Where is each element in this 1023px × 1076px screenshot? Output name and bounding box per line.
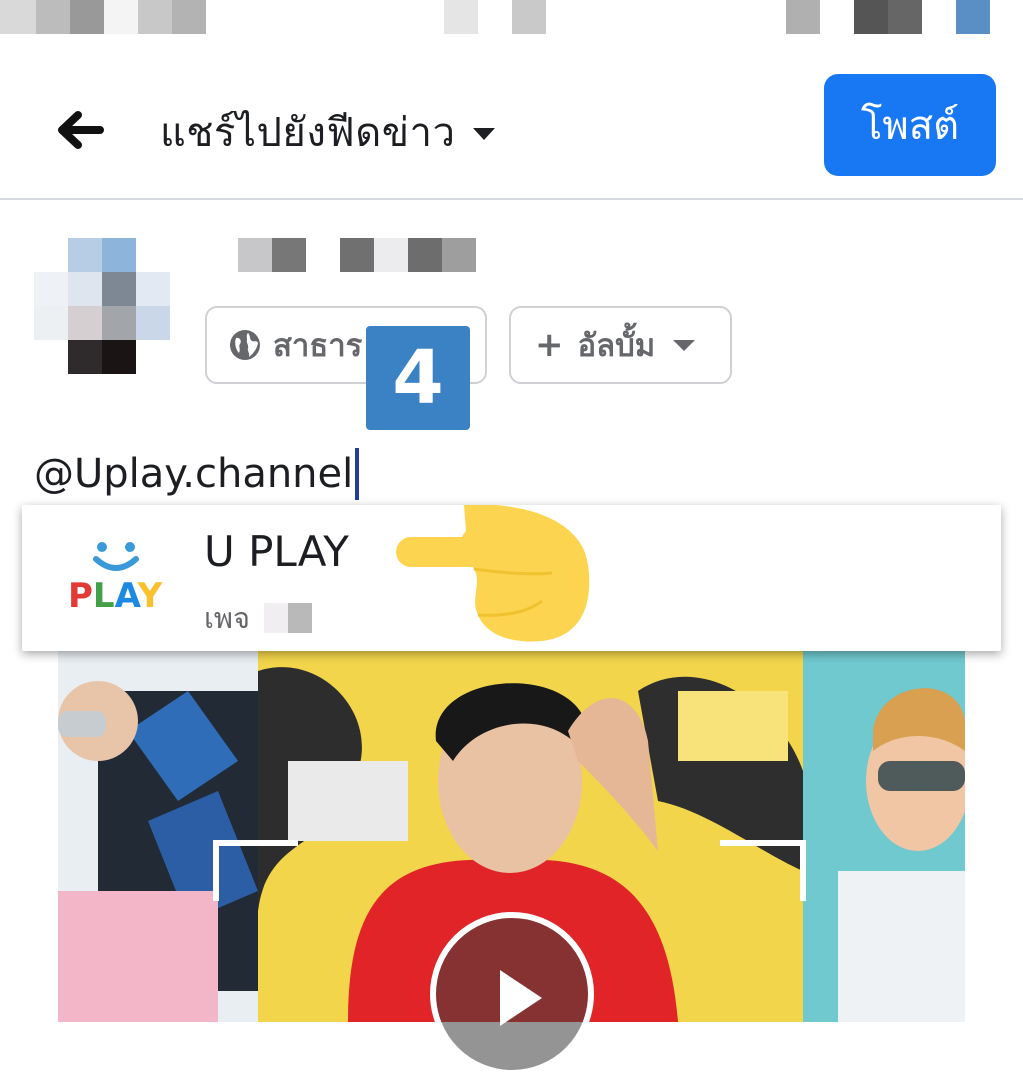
post-text-value: @Uplay.channel — [34, 451, 354, 497]
arrow-left-icon — [58, 111, 104, 149]
mention-suggestion-item[interactable]: PLAY U PLAY เพจ — [22, 505, 1001, 651]
privacy-label: สาธาร — [273, 328, 363, 364]
caret-down-icon — [673, 339, 696, 351]
uplay-logo: PLAY — [68, 542, 163, 615]
pointing-hand-icon — [396, 505, 590, 642]
plus-icon: + — [535, 325, 564, 365]
page-title: แชร์ไปยังฟีดข่าว — [160, 110, 456, 156]
caret-down-icon — [473, 128, 496, 140]
back-button[interactable] — [50, 100, 110, 160]
suggestion-type: เพจ — [204, 601, 251, 635]
svg-text:PLAY: PLAY — [68, 576, 163, 615]
play-button[interactable] — [430, 912, 594, 1076]
globe-icon — [230, 330, 260, 360]
post-button[interactable]: โพสต์ — [824, 74, 996, 176]
play-icon — [500, 970, 542, 1026]
suggestion-subtitle: เพจ — [204, 595, 313, 641]
album-label: อัลบั้ม — [577, 328, 656, 364]
text-cursor — [355, 448, 360, 500]
share-destination-selector[interactable]: แชร์ไปยังฟีดข่าว — [160, 102, 496, 162]
status-bar — [0, 0, 1023, 36]
share-header: แชร์ไปยังฟีดข่าว โพสต์ — [0, 60, 1023, 200]
step-badge: 4 — [366, 326, 470, 430]
user-name — [0, 238, 500, 272]
suggestion-name: U PLAY — [204, 527, 349, 576]
album-selector[interactable]: + อัลบั้ม — [509, 306, 732, 384]
post-text-input[interactable]: @Uplay.channel — [34, 448, 360, 500]
